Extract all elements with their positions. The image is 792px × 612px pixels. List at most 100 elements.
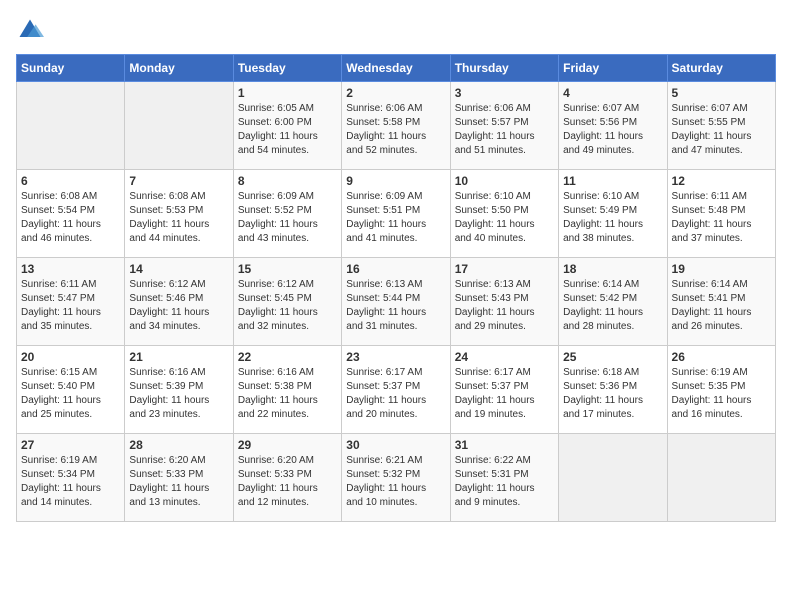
day-number: 8 [238, 174, 337, 188]
day-number: 20 [21, 350, 120, 364]
day-info: Sunrise: 6:05 AM Sunset: 6:00 PM Dayligh… [238, 102, 337, 158]
header-day-tuesday: Tuesday [233, 55, 341, 82]
day-info: Sunrise: 6:17 AM Sunset: 5:37 PM Dayligh… [346, 366, 445, 422]
day-info: Sunrise: 6:18 AM Sunset: 5:36 PM Dayligh… [563, 366, 662, 422]
calendar-week-row: 27 Sunrise: 6:19 AM Sunset: 5:34 PM Dayli… [17, 434, 776, 522]
calendar-cell: 9 Sunrise: 6:09 AM Sunset: 5:51 PM Daylig… [342, 170, 450, 258]
calendar-cell: 1 Sunrise: 6:05 AM Sunset: 6:00 PM Daylig… [233, 82, 341, 170]
day-number: 26 [672, 350, 771, 364]
day-info: Sunrise: 6:21 AM Sunset: 5:32 PM Dayligh… [346, 454, 445, 510]
day-info: Sunrise: 6:16 AM Sunset: 5:38 PM Dayligh… [238, 366, 337, 422]
day-info: Sunrise: 6:15 AM Sunset: 5:40 PM Dayligh… [21, 366, 120, 422]
day-number: 1 [238, 86, 337, 100]
day-info: Sunrise: 6:14 AM Sunset: 5:41 PM Dayligh… [672, 278, 771, 334]
day-number: 17 [455, 262, 554, 276]
logo [16, 16, 48, 44]
header-day-sunday: Sunday [17, 55, 125, 82]
day-info: Sunrise: 6:19 AM Sunset: 5:35 PM Dayligh… [672, 366, 771, 422]
day-number: 2 [346, 86, 445, 100]
calendar-cell: 29 Sunrise: 6:20 AM Sunset: 5:33 PM Dayli… [233, 434, 341, 522]
day-info: Sunrise: 6:10 AM Sunset: 5:50 PM Dayligh… [455, 190, 554, 246]
day-info: Sunrise: 6:08 AM Sunset: 5:53 PM Dayligh… [129, 190, 228, 246]
day-number: 18 [563, 262, 662, 276]
day-number: 31 [455, 438, 554, 452]
day-info: Sunrise: 6:13 AM Sunset: 5:43 PM Dayligh… [455, 278, 554, 334]
day-info: Sunrise: 6:20 AM Sunset: 5:33 PM Dayligh… [238, 454, 337, 510]
day-number: 27 [21, 438, 120, 452]
day-number: 14 [129, 262, 228, 276]
calendar-cell: 25 Sunrise: 6:18 AM Sunset: 5:36 PM Dayli… [559, 346, 667, 434]
calendar-cell: 22 Sunrise: 6:16 AM Sunset: 5:38 PM Dayli… [233, 346, 341, 434]
calendar-cell [125, 82, 233, 170]
calendar-cell: 14 Sunrise: 6:12 AM Sunset: 5:46 PM Dayli… [125, 258, 233, 346]
day-info: Sunrise: 6:07 AM Sunset: 5:56 PM Dayligh… [563, 102, 662, 158]
header-day-monday: Monday [125, 55, 233, 82]
day-info: Sunrise: 6:11 AM Sunset: 5:48 PM Dayligh… [672, 190, 771, 246]
day-number: 16 [346, 262, 445, 276]
calendar-cell [667, 434, 775, 522]
day-number: 6 [21, 174, 120, 188]
calendar-cell: 21Sunrise: 6:16 AM Sunset: 5:39 PM Dayli… [125, 346, 233, 434]
calendar-cell: 7 Sunrise: 6:08 AM Sunset: 5:53 PM Daylig… [125, 170, 233, 258]
calendar-table: SundayMondayTuesdayWednesdayThursdayFrid… [16, 54, 776, 522]
day-number: 10 [455, 174, 554, 188]
day-info: Sunrise: 6:10 AM Sunset: 5:49 PM Dayligh… [563, 190, 662, 246]
calendar-cell [559, 434, 667, 522]
day-number: 28 [129, 438, 228, 452]
calendar-week-row: 13 Sunrise: 6:11 AM Sunset: 5:47 PM Dayli… [17, 258, 776, 346]
day-info: Sunrise: 6:08 AM Sunset: 5:54 PM Dayligh… [21, 190, 120, 246]
day-info: Sunrise: 6:09 AM Sunset: 5:51 PM Dayligh… [346, 190, 445, 246]
day-number: 11 [563, 174, 662, 188]
calendar-header-row: SundayMondayTuesdayWednesdayThursdayFrid… [17, 55, 776, 82]
day-number: 19 [672, 262, 771, 276]
day-info: Sunrise: 6:06 AM Sunset: 5:58 PM Dayligh… [346, 102, 445, 158]
calendar-cell: 30 Sunrise: 6:21 AM Sunset: 5:32 PM Dayli… [342, 434, 450, 522]
calendar-cell: 31 Sunrise: 6:22 AM Sunset: 5:31 PM Dayli… [450, 434, 558, 522]
day-number: 15 [238, 262, 337, 276]
calendar-cell: 6 Sunrise: 6:08 AM Sunset: 5:54 PM Daylig… [17, 170, 125, 258]
calendar-cell: 20 Sunrise: 6:15 AM Sunset: 5:40 PM Dayli… [17, 346, 125, 434]
day-info: Sunrise: 6:22 AM Sunset: 5:31 PM Dayligh… [455, 454, 554, 510]
day-info: Sunrise: 6:20 AM Sunset: 5:33 PM Dayligh… [129, 454, 228, 510]
calendar-cell: 3Sunrise: 6:06 AM Sunset: 5:57 PM Daylig… [450, 82, 558, 170]
calendar-week-row: 20 Sunrise: 6:15 AM Sunset: 5:40 PM Dayli… [17, 346, 776, 434]
day-number: 7 [129, 174, 228, 188]
day-number: 30 [346, 438, 445, 452]
day-info: Sunrise: 6:09 AM Sunset: 5:52 PM Dayligh… [238, 190, 337, 246]
day-number: 29 [238, 438, 337, 452]
day-number: 23 [346, 350, 445, 364]
calendar-cell: 15 Sunrise: 6:12 AM Sunset: 5:45 PM Dayli… [233, 258, 341, 346]
calendar-cell [17, 82, 125, 170]
logo-icon [16, 16, 44, 44]
day-number: 25 [563, 350, 662, 364]
calendar-cell: 5Sunrise: 6:07 AM Sunset: 5:55 PM Daylig… [667, 82, 775, 170]
day-number: 13 [21, 262, 120, 276]
day-info: Sunrise: 6:17 AM Sunset: 5:37 PM Dayligh… [455, 366, 554, 422]
day-info: Sunrise: 6:19 AM Sunset: 5:34 PM Dayligh… [21, 454, 120, 510]
calendar-cell: 19 Sunrise: 6:14 AM Sunset: 5:41 PM Dayli… [667, 258, 775, 346]
day-info: Sunrise: 6:16 AM Sunset: 5:39 PM Dayligh… [129, 366, 228, 422]
page-header [16, 16, 776, 44]
day-number: 12 [672, 174, 771, 188]
calendar-cell: 17 Sunrise: 6:13 AM Sunset: 5:43 PM Dayli… [450, 258, 558, 346]
calendar-cell: 27 Sunrise: 6:19 AM Sunset: 5:34 PM Dayli… [17, 434, 125, 522]
calendar-cell: 8 Sunrise: 6:09 AM Sunset: 5:52 PM Daylig… [233, 170, 341, 258]
calendar-cell: 18 Sunrise: 6:14 AM Sunset: 5:42 PM Dayli… [559, 258, 667, 346]
header-day-wednesday: Wednesday [342, 55, 450, 82]
day-info: Sunrise: 6:06 AM Sunset: 5:57 PM Dayligh… [455, 102, 554, 158]
day-info: Sunrise: 6:11 AM Sunset: 5:47 PM Dayligh… [21, 278, 120, 334]
calendar-cell: 2 Sunrise: 6:06 AM Sunset: 5:58 PM Daylig… [342, 82, 450, 170]
day-info: Sunrise: 6:14 AM Sunset: 5:42 PM Dayligh… [563, 278, 662, 334]
day-number: 4 [563, 86, 662, 100]
day-info: Sunrise: 6:07 AM Sunset: 5:55 PM Dayligh… [672, 102, 771, 158]
calendar-week-row: 6 Sunrise: 6:08 AM Sunset: 5:54 PM Daylig… [17, 170, 776, 258]
day-info: Sunrise: 6:12 AM Sunset: 5:45 PM Dayligh… [238, 278, 337, 334]
calendar-cell: 10 Sunrise: 6:10 AM Sunset: 5:50 PM Dayli… [450, 170, 558, 258]
day-number: 9 [346, 174, 445, 188]
day-number: 22 [238, 350, 337, 364]
calendar-cell: 24Sunrise: 6:17 AM Sunset: 5:37 PM Dayli… [450, 346, 558, 434]
day-info: Sunrise: 6:12 AM Sunset: 5:46 PM Dayligh… [129, 278, 228, 334]
calendar-cell: 12 Sunrise: 6:11 AM Sunset: 5:48 PM Dayli… [667, 170, 775, 258]
calendar-cell: 4 Sunrise: 6:07 AM Sunset: 5:56 PM Daylig… [559, 82, 667, 170]
header-day-thursday: Thursday [450, 55, 558, 82]
